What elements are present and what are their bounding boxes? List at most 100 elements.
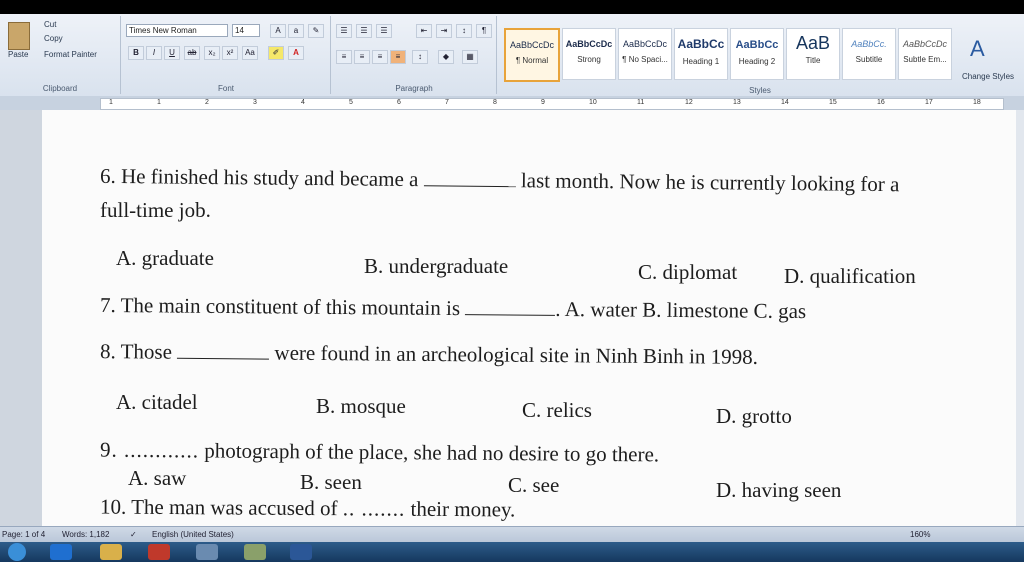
question-8: 8. Those were found in an archeological … <box>100 339 758 370</box>
italic-icon[interactable]: I <box>146 46 162 60</box>
question-9: 9. ............ photograph of the place,… <box>100 438 659 468</box>
ruler-number: 18 <box>973 99 981 106</box>
word-window: Paste Cut Copy Format Painter Clipboard … <box>0 14 1024 562</box>
q9-option-a: A. saw <box>128 466 187 490</box>
answer-blank <box>423 169 516 188</box>
q9-option-d: D. having seen <box>716 478 842 502</box>
decrease-indent-icon[interactable]: ⇤ <box>416 24 432 38</box>
justify-icon[interactable]: ≡ <box>390 50 406 64</box>
bold-icon[interactable]: B <box>128 46 144 60</box>
q6-option-c: C. diplomat <box>638 260 738 284</box>
q6-option-a: A. graduate <box>116 246 214 270</box>
q9-option-c: C. see <box>508 473 560 497</box>
question-10-blank: .. ....... <box>342 496 406 521</box>
style-heading-2[interactable]: AaBbCc Heading 2 <box>730 28 784 80</box>
style-preview: AaBbCcDc <box>622 39 667 49</box>
style-subtitle[interactable]: AaBbCc. Subtitle <box>842 28 896 80</box>
page-count[interactable]: Page: 1 of 4 <box>2 530 45 539</box>
style-title[interactable]: AaB Title <box>786 28 840 80</box>
start-icon[interactable] <box>8 543 26 561</box>
format-painter-button[interactable]: Format Painter <box>44 50 97 59</box>
numbering-icon[interactable]: ☰ <box>356 24 372 38</box>
style-name: Subtle Em... <box>903 55 947 64</box>
zoom-level[interactable]: 160% <box>910 530 930 539</box>
multilevel-list-icon[interactable]: ☰ <box>376 24 392 38</box>
style-name: Heading 2 <box>738 57 776 66</box>
document-area: 6. He finished his study and became a la… <box>0 110 1024 526</box>
proofing-icon[interactable]: ✓ <box>130 530 137 539</box>
app-icon[interactable] <box>244 544 266 560</box>
ruler-number: 10 <box>589 99 597 106</box>
borders-icon[interactable]: ▦ <box>462 50 478 64</box>
language[interactable]: English (United States) <box>152 530 234 539</box>
font-size-select[interactable]: 14 <box>232 24 260 37</box>
ruler-track: 1 1 2 3 4 5 6 7 8 9 10 11 12 13 14 15 16 17 18 <box>100 98 1004 110</box>
paste-button[interactable]: Paste <box>8 50 28 59</box>
align-left-icon[interactable]: ≡ <box>336 50 352 64</box>
paste-icon[interactable] <box>8 22 30 50</box>
underline-icon[interactable]: U <box>164 46 180 60</box>
style-preview: AaBbCcDc <box>902 39 947 49</box>
show-hide-icon[interactable]: ¶ <box>476 24 492 38</box>
question-6-text: 6. He finished his study and became a <box>99 163 419 192</box>
shading-icon[interactable]: ◆ <box>438 50 454 64</box>
line-spacing-icon[interactable]: ↕ <box>412 50 428 64</box>
ruler-number: 5 <box>349 99 353 106</box>
change-case-icon[interactable]: Aa <box>242 46 258 60</box>
superscript-icon[interactable]: x² <box>222 46 238 60</box>
increase-indent-icon[interactable]: ⇥ <box>436 24 452 38</box>
ruler-number: 11 <box>637 99 645 106</box>
clear-format-icon[interactable]: ✎ <box>308 24 324 38</box>
grow-font-icon[interactable]: A <box>270 24 286 38</box>
app-icon[interactable] <box>196 544 218 560</box>
font-color-icon[interactable]: A <box>288 46 304 60</box>
question-10-text-continued: their money. <box>410 496 516 522</box>
question-6-text-continued: last month. Now he is currently looking … <box>520 168 900 197</box>
style-preview: AaB <box>795 33 831 53</box>
ruler-number: 16 <box>877 99 885 106</box>
style-name: Title <box>805 56 821 65</box>
styles-group: AaBbCcDc ¶ Normal AaBbCcDc Strong AaBbCc… <box>500 16 1020 95</box>
status-bar: Page: 1 of 4 Words: 1,182 ✓ English (Uni… <box>0 526 1024 543</box>
word-count[interactable]: Words: 1,182 <box>62 530 109 539</box>
horizontal-ruler[interactable]: 1 1 2 3 4 5 6 7 8 9 10 11 12 13 14 15 16 17 18 <box>0 96 1024 111</box>
style-normal[interactable]: AaBbCcDc ¶ Normal <box>504 28 560 82</box>
subscript-icon[interactable]: x₂ <box>204 46 220 60</box>
style-name: Subtitle <box>855 55 883 64</box>
align-right-icon[interactable]: ≡ <box>372 50 388 64</box>
font-label: Font <box>217 84 234 93</box>
file-explorer-icon[interactable] <box>100 544 122 560</box>
change-styles-icon[interactable]: A <box>970 36 985 62</box>
align-center-icon[interactable]: ≡ <box>354 50 370 64</box>
style-no-spacing[interactable]: AaBbCcDc ¶ No Spaci... <box>618 28 672 80</box>
ruler-number: 14 <box>781 99 789 106</box>
q9-option-b: B. seen <box>300 470 362 494</box>
question-6-line-2: full-time job. <box>100 198 211 222</box>
sort-icon[interactable]: ↕ <box>456 24 472 38</box>
cut-button[interactable]: Cut <box>44 20 56 29</box>
ruler-number: 13 <box>733 99 741 106</box>
ruler-number: 15 <box>829 99 837 106</box>
question-8-text-continued: were found in an archeological site in N… <box>274 340 759 369</box>
word-taskbar-icon[interactable] <box>290 544 312 560</box>
style-subtle-emphasis[interactable]: AaBbCcDc Subtle Em... <box>898 28 952 80</box>
copy-button[interactable]: Copy <box>44 34 63 43</box>
bullets-icon[interactable]: ☰ <box>336 24 352 38</box>
vertical-scrollbar[interactable] <box>1016 110 1024 526</box>
question-8-text: 8. Those <box>99 339 173 364</box>
font-name-select[interactable]: Times New Roman <box>126 24 228 37</box>
style-strong[interactable]: AaBbCcDc Strong <box>562 28 616 80</box>
document-page[interactable]: 6. He finished his study and became a la… <box>42 110 1017 526</box>
shrink-font-icon[interactable]: a <box>288 24 304 38</box>
ruler-number: 1 <box>157 99 161 106</box>
ruler-number: 17 <box>925 99 933 106</box>
q8-option-a: A. citadel <box>116 390 198 414</box>
internet-explorer-icon[interactable] <box>50 544 72 560</box>
highlight-icon[interactable]: ✐ <box>268 46 284 60</box>
style-heading-1[interactable]: AaBbCc Heading 1 <box>674 28 728 80</box>
q8-option-c: C. relics <box>522 398 592 422</box>
strikethrough-icon[interactable]: ab <box>184 46 200 60</box>
change-styles-button[interactable]: Change Styles <box>962 72 1014 81</box>
media-player-icon[interactable] <box>148 544 170 560</box>
question-7-text: 7. The main constituent of this mountain… <box>99 292 461 321</box>
